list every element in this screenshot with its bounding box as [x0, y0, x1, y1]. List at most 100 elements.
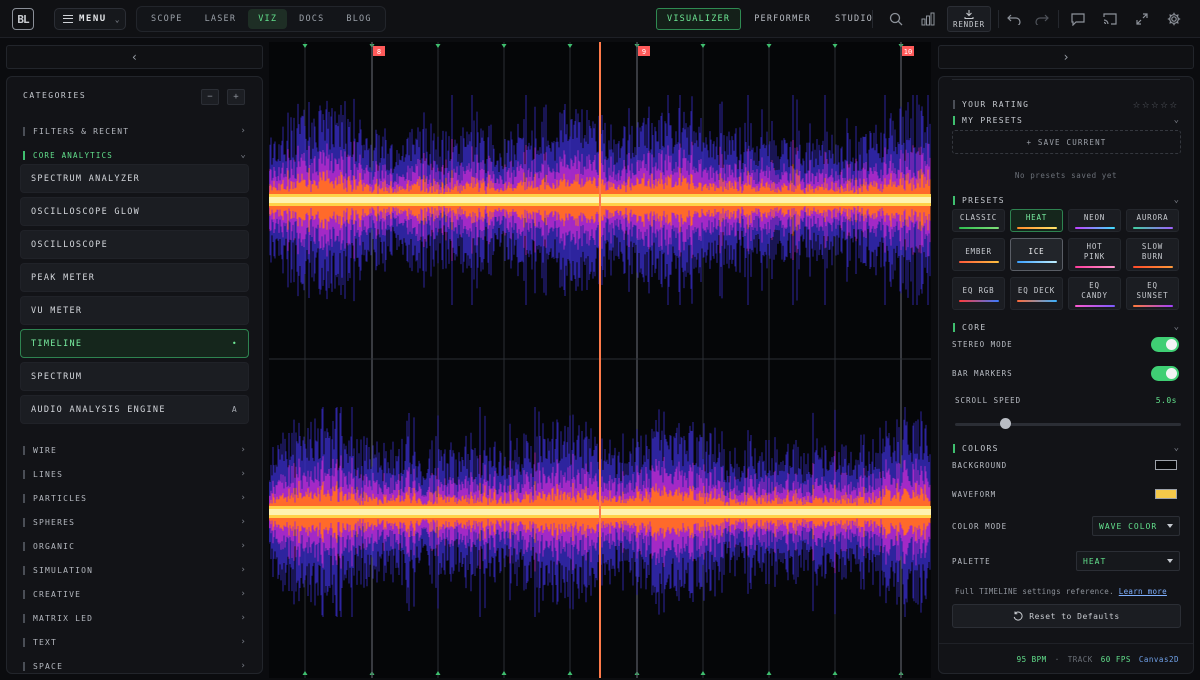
- learn-more-link[interactable]: Learn more: [1119, 587, 1167, 596]
- background-color-swatch[interactable]: [1155, 460, 1177, 470]
- preset-neon[interactable]: NEON: [1068, 209, 1121, 232]
- expand-all-button[interactable]: +: [227, 89, 245, 105]
- chevron-right-icon: ›: [240, 517, 247, 527]
- viz-item[interactable]: SPECTRUM ANALYZER: [20, 164, 249, 193]
- category-space[interactable]: SPACE ›: [23, 658, 247, 673]
- categories-heading: CATEGORIES: [23, 91, 87, 100]
- viz-item[interactable]: SPECTRUM: [20, 362, 249, 391]
- category-core-analytics[interactable]: CORE ANALYTICS ⌄: [23, 147, 247, 163]
- chat-icon[interactable]: [1069, 10, 1087, 28]
- viz-item[interactable]: PEAK METER: [20, 263, 249, 292]
- waveform-color-swatch[interactable]: [1155, 489, 1177, 499]
- preset-label: SLOW BURN: [1141, 241, 1164, 261]
- star-icon[interactable]: ☆: [1142, 97, 1149, 111]
- star-icon[interactable]: ☆: [1151, 97, 1158, 111]
- category-wire[interactable]: WIRE ›: [23, 442, 247, 458]
- viz-item[interactable]: VU METER: [20, 296, 249, 325]
- preset-eq-deck[interactable]: EQ DECK: [1010, 277, 1063, 310]
- visualizer-canvas[interactable]: 8 9 10: [269, 42, 931, 678]
- star-icon[interactable]: ☆: [1161, 97, 1168, 111]
- viz-item[interactable]: OSCILLOSCOPE GLOW: [20, 197, 249, 226]
- render-button[interactable]: RENDER: [947, 6, 991, 32]
- gear-icon[interactable]: [1165, 10, 1183, 28]
- viz-item[interactable]: OSCILLOSCOPE: [20, 230, 249, 259]
- stereo-mode-toggle[interactable]: [1151, 337, 1179, 352]
- menu-label: MENU: [79, 14, 107, 24]
- save-current-preset-button[interactable]: + SAVE CURRENT: [952, 130, 1181, 154]
- app-logo[interactable]: BL: [12, 8, 34, 30]
- preset-slow-burn[interactable]: SLOW BURN: [1126, 238, 1179, 271]
- category-lines[interactable]: LINES ›: [23, 466, 247, 482]
- viz-item[interactable]: AUDIO ANALYSIS ENGINE A: [20, 395, 249, 424]
- bar-chart-icon[interactable]: [919, 10, 937, 28]
- bar-marker-label: 9: [642, 48, 646, 56]
- undo-icon[interactable]: [1005, 10, 1023, 28]
- section-marker: [953, 196, 955, 205]
- nav-docs[interactable]: DOCS: [289, 9, 334, 29]
- preset-ember[interactable]: EMBER: [952, 238, 1005, 271]
- my-presets-heading[interactable]: MY PRESETS: [953, 116, 1023, 125]
- preset-eq-candy[interactable]: EQ CANDY: [1068, 277, 1121, 310]
- preset-aurora[interactable]: AURORA: [1126, 209, 1179, 232]
- chevron-down-icon[interactable]: ⌄: [1174, 443, 1179, 453]
- preset-eq-rgb[interactable]: EQ RGB: [952, 277, 1005, 310]
- preset-heat[interactable]: HEAT: [1010, 209, 1063, 232]
- scroll-speed-slider[interactable]: [955, 423, 1181, 426]
- preset-classic[interactable]: CLASSIC: [952, 209, 1005, 232]
- category-text[interactable]: TEXT ›: [23, 634, 247, 650]
- presets-heading[interactable]: PRESETS: [953, 196, 1005, 205]
- menu-button[interactable]: MENU ⌄: [54, 8, 126, 30]
- category-matrix-led[interactable]: MATRIX LED ›: [23, 610, 247, 626]
- scroll-speed-label: SCROLL SPEED: [955, 396, 1022, 405]
- reset-to-defaults-button[interactable]: Reset to Defaults: [952, 604, 1181, 628]
- nav-viz[interactable]: VIZ: [248, 9, 288, 29]
- colors-heading[interactable]: COLORS: [953, 444, 999, 453]
- star-icon[interactable]: ☆: [1170, 97, 1177, 111]
- preset-label: ICE: [1028, 246, 1045, 256]
- nav-laser[interactable]: LASER: [195, 9, 247, 29]
- viz-item[interactable]: TIMELINE •: [20, 329, 249, 358]
- category-organic[interactable]: ORGANIC ›: [23, 538, 247, 554]
- category-particles[interactable]: PARTICLES ›: [23, 490, 247, 506]
- chevron-down-icon[interactable]: ⌄: [1174, 195, 1179, 205]
- redo-icon[interactable]: [1033, 10, 1051, 28]
- preset-color-strip: [1074, 265, 1115, 268]
- search-icon[interactable]: [887, 10, 905, 28]
- no-presets-message: No presets saved yet: [1014, 171, 1118, 180]
- palette-value: HEAT: [1083, 556, 1107, 566]
- fullscreen-icon[interactable]: [1133, 10, 1151, 28]
- nav-scope[interactable]: SCOPE: [141, 9, 193, 29]
- viz-item-label: OSCILLOSCOPE: [31, 239, 109, 250]
- category-marker: [23, 445, 25, 455]
- color-mode-select[interactable]: WAVE COLOR: [1092, 516, 1180, 536]
- reset-icon: [1014, 611, 1023, 621]
- cast-icon[interactable]: [1101, 10, 1119, 28]
- nav-blog[interactable]: BLOG: [336, 9, 381, 29]
- preset-hot-pink[interactable]: HOT PINK: [1068, 238, 1121, 271]
- stereo-mode-label: STEREO MODE: [952, 340, 1013, 349]
- palette-label: PALETTE: [952, 557, 991, 566]
- category-simulation[interactable]: SIMULATION ›: [23, 562, 247, 578]
- collapse-right-panel-button[interactable]: ›: [938, 45, 1194, 69]
- category-marker: [23, 589, 25, 599]
- core-heading[interactable]: CORE: [953, 323, 986, 332]
- bar-markers-toggle[interactable]: [1151, 366, 1179, 381]
- mode-performer[interactable]: PERFORMER: [743, 8, 822, 30]
- scroll-speed-slider-handle[interactable]: [999, 418, 1011, 429]
- star-icon[interactable]: ☆: [1133, 97, 1140, 111]
- collapse-left-panel-button[interactable]: ‹: [6, 45, 263, 69]
- mode-switcher: VISUALIZER PERFORMER STUDIO: [656, 8, 884, 30]
- viz-item-label: PEAK METER: [31, 272, 96, 283]
- collapse-all-button[interactable]: −: [201, 89, 219, 105]
- category-filters-recent[interactable]: FILTERS & RECENT ›: [23, 123, 247, 139]
- mode-studio[interactable]: STUDIO: [824, 8, 884, 30]
- palette-select[interactable]: HEAT: [1076, 551, 1180, 571]
- chevron-down-icon[interactable]: ⌄: [1174, 322, 1179, 332]
- mode-visualizer[interactable]: VISUALIZER: [656, 8, 742, 30]
- category-spheres[interactable]: SPHERES ›: [23, 514, 247, 530]
- category-creative[interactable]: CREATIVE ›: [23, 586, 247, 602]
- preset-eq-sunset[interactable]: EQ SUNSET: [1126, 277, 1179, 310]
- viz-item-badge: •: [231, 339, 238, 348]
- preset-ice[interactable]: ICE: [1010, 238, 1063, 271]
- chevron-down-icon[interactable]: ⌄: [1174, 115, 1179, 125]
